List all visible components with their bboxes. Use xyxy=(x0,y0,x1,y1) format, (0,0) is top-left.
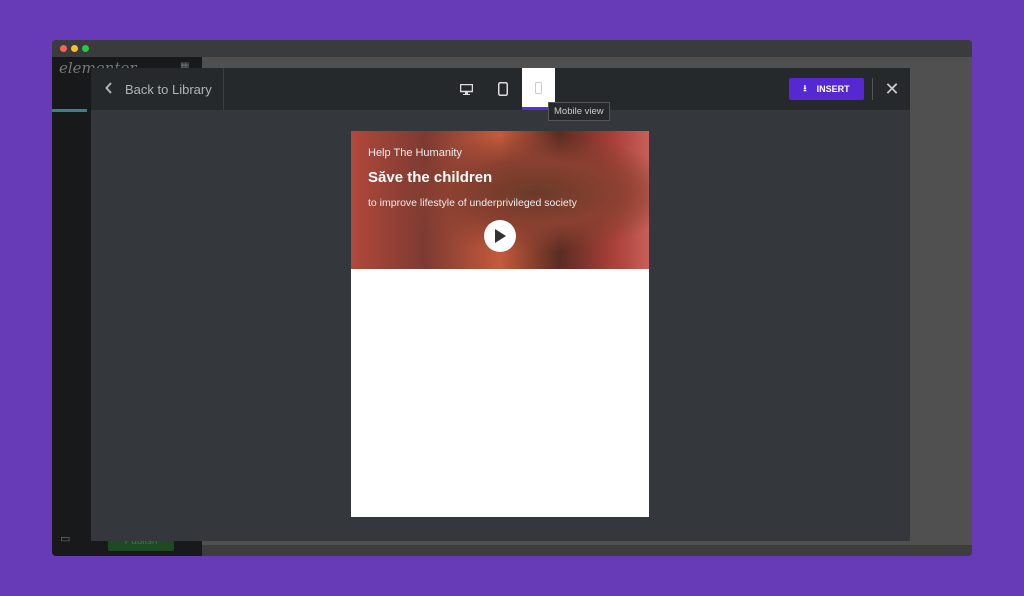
hero-subtitle: to improve lifestyle of underprivileged … xyxy=(368,197,577,209)
chevron-left-icon xyxy=(105,81,113,97)
close-window-button[interactable] xyxy=(60,45,67,52)
template-preview-modal: Back to Library ⭳ INSERT ✕ Mobile view H… xyxy=(91,68,910,541)
play-icon xyxy=(495,229,506,243)
minimize-window-button[interactable] xyxy=(71,45,78,52)
play-button[interactable] xyxy=(484,220,516,252)
tablet-view-button[interactable] xyxy=(486,68,519,110)
tablet-icon xyxy=(497,82,508,96)
back-label: Back to Library xyxy=(125,81,212,97)
download-icon: ⭳ xyxy=(803,83,807,93)
horizontal-scrollbar[interactable] xyxy=(202,545,972,556)
responsive-icon[interactable]: ▭ xyxy=(60,532,70,545)
close-icon[interactable]: ✕ xyxy=(882,78,902,100)
hero-image: Help The Humanity Săve the children to i… xyxy=(351,131,649,269)
mobile-preview: Help The Humanity Săve the children to i… xyxy=(351,131,649,517)
insert-button[interactable]: ⭳ INSERT xyxy=(789,78,864,100)
mobile-icon xyxy=(535,81,542,94)
hero-title: Săve the children xyxy=(368,169,493,186)
maximize-window-button[interactable] xyxy=(82,45,89,52)
desktop-icon xyxy=(460,83,473,95)
back-to-library-button[interactable]: Back to Library xyxy=(91,68,224,110)
modal-header: Back to Library ⭳ INSERT ✕ xyxy=(91,68,910,110)
insert-label: INSERT xyxy=(816,84,850,94)
tooltip: Mobile view xyxy=(548,102,610,121)
desktop-view-button[interactable] xyxy=(450,68,483,110)
title-bar xyxy=(52,40,972,57)
divider xyxy=(872,78,873,100)
hero-kicker: Help The Humanity xyxy=(368,147,462,159)
tab-indicator xyxy=(52,109,87,112)
